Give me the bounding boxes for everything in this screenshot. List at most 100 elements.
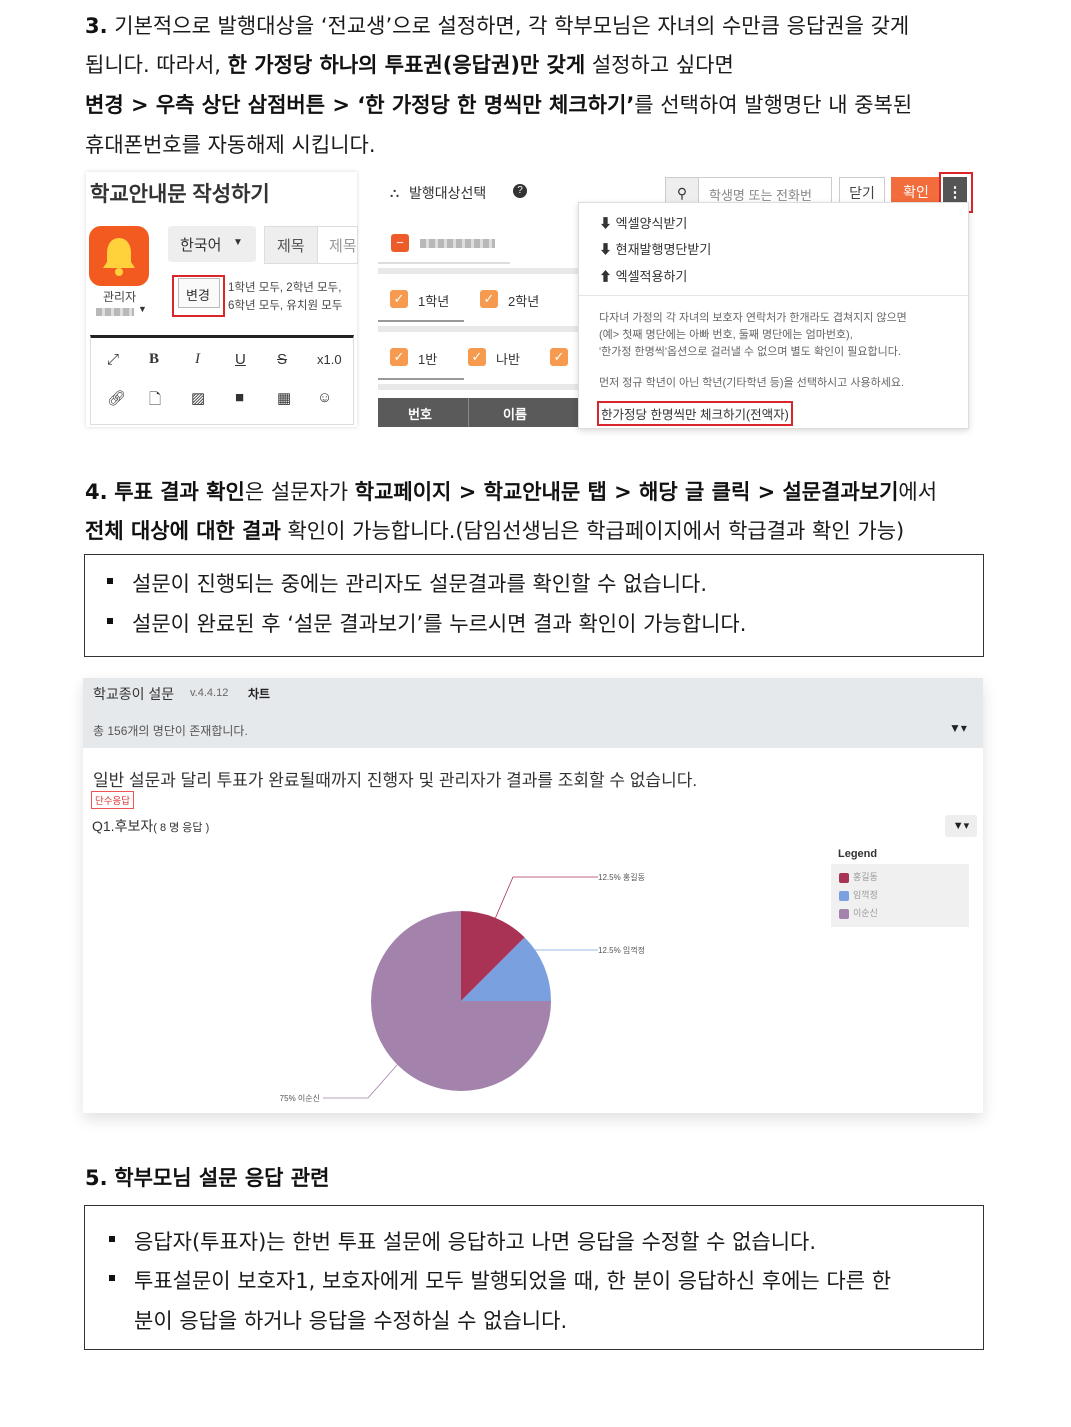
section4-text2a: 전체 대상에 대한 결과 [85,519,281,543]
section4-number: 4. [85,480,108,504]
image-icon[interactable]: ▨ [191,389,205,407]
strikethrough-icon[interactable]: S [277,351,287,368]
app-title: 학교종이 설문 [93,686,175,702]
pie-label: 75% 이순신 [280,1093,320,1103]
expand-icon[interactable]: ⤢ [107,351,119,368]
menu-divider [579,295,968,296]
legend-item[interactable]: 임꺽정 [839,888,878,901]
change-highlight [172,275,225,317]
section4-bullet-2: 설문이 완료된 후 ‘설문 결과보기’를 누르시면 결과 확인이 가능합니다. [106,608,746,638]
section3-line2: 됩니다. 따라서, 한 가정당 하나의 투표권(응답권)만 갖게 설정하고 싶다… [85,45,734,85]
class1-checkbox[interactable]: ✓ [390,348,408,366]
class-tab-2[interactable]: ✓ 나반 ✓ [466,336,568,378]
legend-title: Legend [838,848,878,860]
section5-bullet-2: 투표설문이 보호자1, 보호자에게 모두 발행되었을 때, 한 분이 응답하신 … [108,1265,891,1295]
emoji-icon[interactable]: ☺ [317,389,332,406]
more-dropdown-menu: ⬇ 엑셀양식받기 ⬇ 현재발행명단받기 ⬆ 엑셀적용하기 다자녀 가정의 각 자… [578,202,969,429]
legend-swatch [839,908,849,919]
section5-bullet-1: 응답자(투표자)는 한번 투표 설문에 응답하고 나면 응답을 수정할 수 없습… [108,1226,816,1256]
survey-header: 학교종이 설문 v.4.4.12 차트 총 156개의 명단이 존재합니다. ▼… [83,678,983,748]
legend-label: 홍길동 [853,872,878,882]
legend-item[interactable]: 이순신 [839,906,878,919]
section3-text3a: 변경 > 우측 상단 삼점버튼 > ‘한 가정당 한 명씩만 체크하기’ [85,93,635,117]
menu-excel-apply[interactable]: ⬆ 엑셀적용하기 [599,266,687,285]
section4-notice-box: 설문이 진행되는 중에는 관리자도 설문결과를 확인할 수 없습니다. 설문이 … [84,554,984,657]
class-tab-1[interactable]: ✓ 1반 [378,336,464,380]
admin-name-blurred [96,308,134,316]
section4-text1b: 은 설문자가 [244,480,355,504]
scroll-track-3[interactable] [378,384,578,390]
col-divider [468,398,469,427]
menu-note2: (예> 첫째 명단에는 아빠 번호, 둘째 명단에는 엄마번호), [599,329,853,341]
menu-excel-template-label: 엑셀양식받기 [615,216,688,231]
grade1-label: 1학년 [418,294,450,309]
class2-label: 나반 [496,352,520,367]
grade1-checkbox[interactable]: ✓ [390,290,408,308]
app-bell-icon [89,226,149,286]
section3-line4: 휴대폰번호를 자동해제 시킵니다. [85,125,376,165]
scroll-track-2[interactable] [378,326,578,332]
section4-line2: 전체 대상에 대한 결과 확인이 가능합니다.(담임선생님은 학급페이지에서 학… [85,511,904,551]
list-count: 총 156개의 명단이 존재합니다. [93,724,248,738]
survey-result-panel: 학교종이 설문 v.4.4.12 차트 총 156개의 명단이 존재합니다. ▼… [83,678,983,1113]
section3-line1: 3. 기본적으로 발행대상을 ‘전교생’으로 설정하면, 각 학부모님은 자녀의… [85,6,909,46]
section4-line1: 4. 투표 결과 확인은 설문자가 학교페이지 > 학교안내문 탭 > 해당 글… [85,472,937,512]
section3-text2c: 설정하고 싶다면 [585,53,734,77]
zoom-label[interactable]: x1.0 [317,352,342,367]
menu-note4: 먼저 정규 학년이 아닌 학년(기타학년 등)을 선택하시고 사용하세요. [599,377,905,389]
link-icon[interactable]: 🔗︎ [107,389,126,407]
filter-icon[interactable]: ▼▾ [949,721,967,735]
class2-checkbox[interactable]: ✓ [468,348,486,366]
scroll-track-1[interactable] [378,268,578,274]
legend-label: 이순신 [853,908,878,918]
menu-one-per-family[interactable]: 한가정당 한명씩만 체크하기(전액자) [597,401,793,426]
grade2-checkbox[interactable]: ✓ [480,290,498,308]
confirm-button-label: 확인 [903,184,929,200]
target-title: 발행대상선택 [409,185,487,201]
menu-excel-template[interactable]: ⬇ 엑셀양식받기 [599,213,687,232]
pie-leader-line [495,876,598,919]
caret-icon: ▼ [233,237,243,248]
bold-icon[interactable]: B [149,351,159,368]
language-select[interactable]: 한국어 ▼ [168,226,256,262]
menu-excel-apply-label: 엑셀적용하기 [615,269,688,284]
menu-one-per-family-label: 한가정당 한명씩만 체크하기(전액자) [601,408,789,422]
underline-icon[interactable]: U [235,351,246,368]
section4-text2b: 확인이 가능합니다.(담임선생님은 학급페이지에서 학급결과 확인 가능) [280,519,905,543]
legend-swatch [839,872,849,883]
pie-leader-line [323,1064,398,1099]
grade-tab-1[interactable]: ✓ 1학년 [378,278,464,322]
grade2-label: 2학년 [508,294,540,309]
file-icon[interactable]: 🗋 [149,389,161,414]
download-icon: ⬇ [599,216,616,231]
section5-heading: 5. 학부모님 설문 응답 관련 [85,1158,329,1198]
target-select-panel: ⛬ 발행대상선택 ? ⚲ 학생명 또는 전화번 닫기 확인 ⋮ − ✓ 1학년 … [378,172,973,429]
minus-checkbox[interactable]: − [391,234,409,252]
subject-label-text: 제목 [277,238,305,255]
grade-tab-2[interactable]: ✓ 2학년 [466,278,562,320]
compose-title: 학교안내문 작성하기 [90,183,270,206]
tab-chart[interactable]: 차트 [248,685,270,702]
help-icon[interactable]: ? [513,184,527,198]
section3-text2a: 됩니다. 따라서, [85,53,228,77]
table-icon[interactable]: ▦ [277,389,291,407]
col-name: 이름 [503,407,527,422]
italic-icon[interactable]: I [195,351,200,368]
legend-item[interactable]: 홍길동 [839,870,878,883]
admin-label: 관리자 [103,290,137,304]
student-table-header: 번호 이름 [378,398,578,427]
subject-input[interactable]: 제목 [317,226,358,264]
single-answer-badge-label: 단수응답 [95,796,130,807]
sitemap-icon: ⛬ [390,185,400,200]
chevron-down-icon[interactable]: ▼ [138,304,147,314]
editor-toolbar: ⤢ B I U S x1.0 🔗︎ 🗋 ▨ ■ ▦ ☺ [90,335,354,425]
grades-line2: 6학년 모두, 유치원 모두 [228,300,343,312]
class3-checkbox[interactable]: ✓ [550,348,568,366]
section3-text2b: 한 가정당 하나의 투표권(응답권)만 갖게 [227,53,586,77]
section5-number: 5. [85,1166,108,1190]
menu-current-list[interactable]: ⬇ 현재발행명단받기 [599,239,711,258]
upload-icon: ⬆ [599,269,616,284]
col-no: 번호 [408,407,432,422]
school-name-blurred [420,239,495,248]
video-icon[interactable]: ■ [235,389,244,406]
